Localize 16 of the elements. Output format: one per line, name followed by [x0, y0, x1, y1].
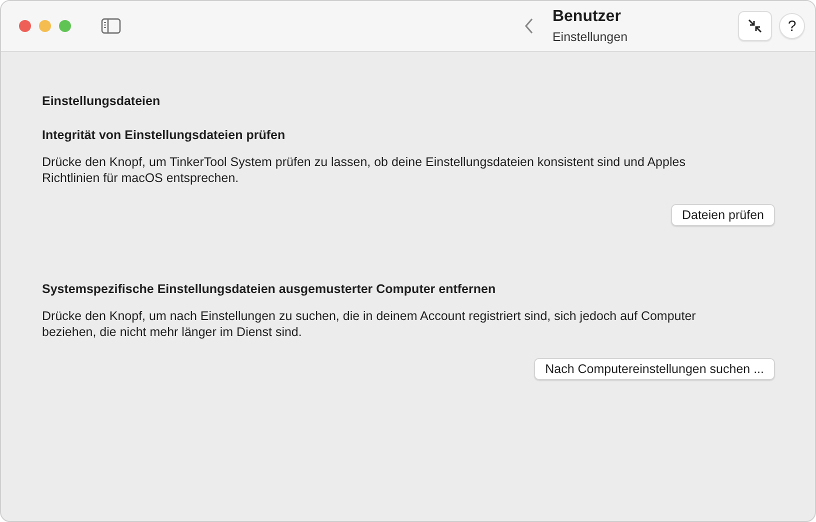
- help-button[interactable]: ?: [779, 13, 805, 39]
- group-description: Drücke den Knopf, um TinkerTool System prüfen zu lassen, ob deine Einstellungsdateien konsistent sind und Apples Richtlinien für macOS entsprechen.: [42, 154, 686, 186]
- sidebar-toggle-icon[interactable]: [101, 18, 121, 34]
- group-description: Drücke den Knopf, um nach Einstellungen zu suchen, die in deinem Account registriert sind, sich jedoch auf Computer beziehen, die nicht mehr länger im Dienst sind.: [42, 308, 697, 340]
- window-subtitle: Einstellungen: [552, 30, 628, 44]
- collapse-button[interactable]: [738, 11, 772, 41]
- zoom-button[interactable]: [59, 20, 71, 32]
- back-icon[interactable]: [524, 18, 534, 34]
- action-button[interactable]: Dateien prüfen: [670, 204, 775, 226]
- section-title: Einstellungsdateien: [42, 94, 162, 108]
- group-heading: Systemspezifische Einstellungsdateien ausgemusterter Computer entfernen: [42, 282, 497, 296]
- group-heading: Integrität von Einstellungsdateien prüfen: [42, 128, 286, 142]
- close-button[interactable]: [19, 20, 31, 32]
- window-title: Benutzer: [552, 8, 622, 26]
- action-button[interactable]: Nach Computereinstellungen suchen ...: [534, 358, 775, 380]
- collapse-icon: [747, 18, 763, 34]
